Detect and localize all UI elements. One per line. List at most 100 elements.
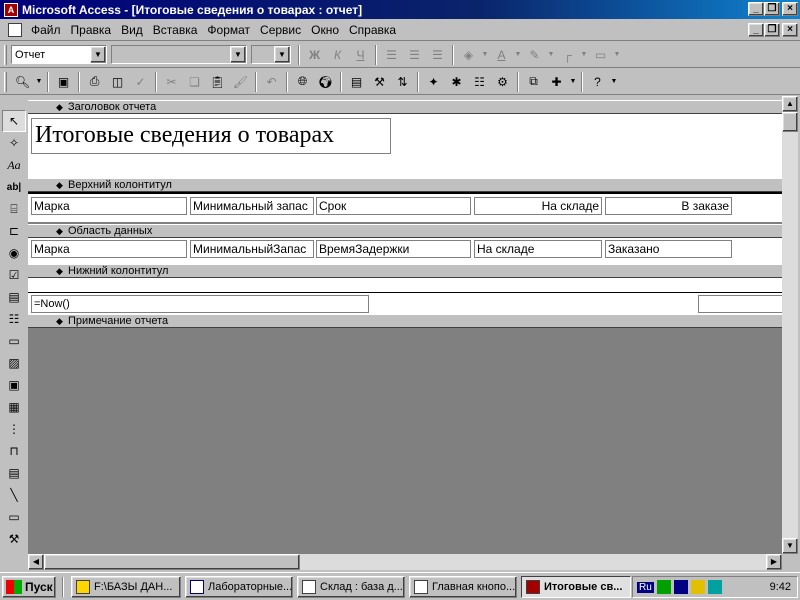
taskbar-item-word[interactable]: Лабораторные... xyxy=(185,575,293,598)
properties-icon[interactable]: ☷ xyxy=(468,71,491,93)
chevron-down-icon[interactable]: ▼ xyxy=(579,44,589,66)
more-controls-icon[interactable]: ⚒ xyxy=(2,528,26,550)
chevron-down-icon[interactable]: ▼ xyxy=(612,44,622,66)
detail-field-in-stock[interactable]: На складе xyxy=(474,240,602,258)
font-color-icon[interactable]: A xyxy=(490,44,513,66)
database-window-icon[interactable]: ⧉ xyxy=(522,71,545,93)
italic-button[interactable]: К xyxy=(326,44,349,66)
access-app-icon[interactable]: A xyxy=(4,2,18,17)
toolbar-grip[interactable] xyxy=(4,44,7,65)
vertical-scroll-thumb[interactable] xyxy=(782,112,798,132)
footer-now-expression[interactable]: =Now() xyxy=(31,295,369,313)
page-break-icon[interactable]: ⋮ xyxy=(2,418,26,440)
language-indicator[interactable]: Ru xyxy=(637,581,654,593)
taskbar-item-report[interactable]: Итоговые св... xyxy=(521,575,631,598)
tray-app-icon[interactable] xyxy=(656,580,671,594)
doc-close-button[interactable]: × xyxy=(782,23,798,37)
menu-format[interactable]: Формат xyxy=(202,23,255,37)
detail-bar[interactable]: ◆ Область данных xyxy=(28,224,782,238)
vertical-scrollbar[interactable]: ▲ ▼ xyxy=(782,96,798,554)
header-label-in-stock[interactable]: На складе xyxy=(474,197,602,215)
line-width-icon[interactable]: ┌ xyxy=(556,44,579,66)
header-label-marka[interactable]: Марка xyxy=(31,197,187,215)
menu-tools[interactable]: Сервис xyxy=(255,23,306,37)
toolbar-grip[interactable] xyxy=(4,71,7,92)
label-icon[interactable]: Aa xyxy=(2,154,26,176)
menu-edit[interactable]: Правка xyxy=(66,23,117,37)
scroll-right-icon[interactable]: ▶ xyxy=(766,554,782,570)
taskbar-item-switchboard[interactable]: Главная кнопо... xyxy=(409,575,517,598)
align-left-icon[interactable]: ☰ xyxy=(380,44,403,66)
chevron-down-icon[interactable]: ▼ xyxy=(568,71,578,93)
header-label-on-order[interactable]: В заказе xyxy=(605,197,732,215)
insert-hyperlink-icon[interactable]: 🌐︎ xyxy=(291,71,314,93)
font-combo[interactable]: ▼ xyxy=(111,45,247,64)
help-icon[interactable]: ? xyxy=(586,71,609,93)
format-painter-icon[interactable]: 🖌︎ xyxy=(229,71,252,93)
toolbox-icon[interactable]: ⚒ xyxy=(368,71,391,93)
line-icon[interactable]: ╲ xyxy=(2,484,26,506)
scheduler-icon[interactable] xyxy=(707,580,722,594)
undo-icon[interactable]: ↶ xyxy=(260,71,283,93)
horizontal-scrollbar[interactable]: ◀ ▶ xyxy=(28,554,782,570)
print-icon[interactable]: ⎙ xyxy=(83,71,106,93)
page-footer-section[interactable]: =Now() xyxy=(28,278,782,314)
start-button[interactable]: Пуск xyxy=(2,575,56,598)
command-button-icon[interactable]: ▭ xyxy=(2,330,26,352)
minimize-button[interactable]: _ xyxy=(748,2,764,16)
option-button-icon[interactable]: ◉ xyxy=(2,242,26,264)
underline-button[interactable]: Ч xyxy=(349,44,372,66)
detail-field-ordered[interactable]: Заказано xyxy=(605,240,732,258)
doc-minimize-button[interactable]: _ xyxy=(748,23,764,37)
text-box-icon[interactable]: ab| xyxy=(2,176,26,198)
build-icon[interactable]: ⚙ xyxy=(491,71,514,93)
detail-field-marka[interactable]: Марка xyxy=(31,240,187,258)
menu-view[interactable]: Вид xyxy=(116,23,148,37)
report-document-icon[interactable] xyxy=(8,22,22,37)
page-header-section[interactable]: Марка Минимальный запас Срок На складе В… xyxy=(28,192,782,222)
menu-insert[interactable]: Вставка xyxy=(148,23,203,37)
fill-color-icon[interactable]: ◈ xyxy=(457,44,480,66)
scroll-down-icon[interactable]: ▼ xyxy=(782,538,798,554)
chevron-down-icon[interactable]: ▼ xyxy=(90,46,106,63)
chevron-down-icon[interactable]: ▼ xyxy=(513,44,523,66)
unbound-object-frame-icon[interactable]: ▣ xyxy=(2,374,26,396)
monitor-icon[interactable] xyxy=(673,580,688,594)
footer-page-number[interactable] xyxy=(698,295,782,313)
bound-object-frame-icon[interactable]: ▦ xyxy=(2,396,26,418)
copy-icon[interactable]: ❏ xyxy=(183,71,206,93)
report-header-bar[interactable]: ◆ Заголовок отчета xyxy=(28,100,782,114)
save-icon[interactable]: ▣ xyxy=(52,71,75,93)
header-label-min-stock[interactable]: Минимальный запас xyxy=(190,197,314,215)
field-list-icon[interactable]: ▤ xyxy=(345,71,368,93)
header-label-term[interactable]: Срок xyxy=(316,197,471,215)
volume-icon[interactable] xyxy=(690,580,705,594)
report-header-section[interactable]: Итоговые сведения о товарах xyxy=(28,114,782,178)
line-color-icon[interactable]: ✎ xyxy=(523,44,546,66)
option-group-icon[interactable]: ⌸ xyxy=(2,198,26,220)
scroll-left-icon[interactable]: ◀ xyxy=(28,554,44,570)
toggle-button-icon[interactable]: ⊏ xyxy=(2,220,26,242)
clock[interactable]: 9:42 xyxy=(770,581,791,593)
close-button[interactable]: × xyxy=(782,2,798,16)
chevron-down-icon[interactable]: ▼ xyxy=(480,44,490,66)
chevron-down-icon[interactable]: ▼ xyxy=(546,44,556,66)
new-object-icon[interactable]: ✚ xyxy=(545,71,568,93)
restore-button[interactable]: ❐ xyxy=(764,2,780,16)
horizontal-scroll-thumb[interactable] xyxy=(44,554,300,570)
chevron-down-icon[interactable]: ▼ xyxy=(609,71,619,93)
chevron-down-icon[interactable]: ▼ xyxy=(274,46,290,63)
bold-button[interactable]: Ж xyxy=(303,44,326,66)
web-toolbar-icon[interactable]: 🌍︎ xyxy=(314,71,337,93)
combo-box-icon[interactable]: ▤ xyxy=(2,286,26,308)
font-size-combo[interactable]: ▼ xyxy=(251,45,291,64)
object-combo[interactable]: Отчет ▼ xyxy=(11,45,107,64)
taskbar-item-folder[interactable]: F:\БАЗЫ ДАН... xyxy=(71,575,181,598)
detail-field-delay[interactable]: ВремяЗадержки xyxy=(316,240,471,258)
sorting-grouping-icon[interactable]: ⇅ xyxy=(391,71,414,93)
detail-section[interactable]: Марка МинимальныйЗапас ВремяЗадержки На … xyxy=(28,238,782,264)
cut-icon[interactable]: ✂ xyxy=(160,71,183,93)
report-title-label[interactable]: Итоговые сведения о товарах xyxy=(31,118,391,154)
menu-file[interactable]: Файл xyxy=(26,23,66,37)
view-icon[interactable]: 🔍︎ xyxy=(11,71,34,93)
